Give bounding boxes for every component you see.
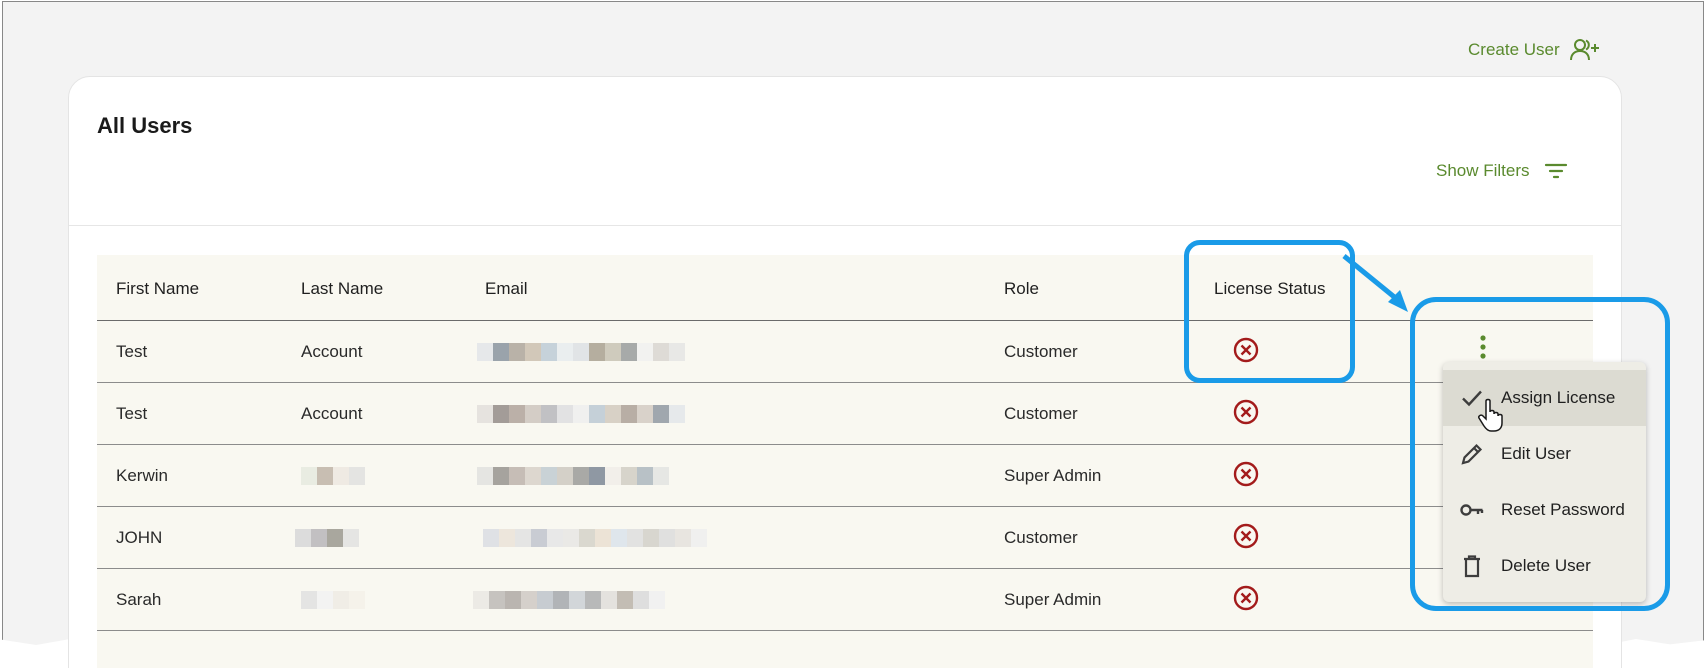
table-row[interactable]: Test Account Customer bbox=[97, 321, 1593, 383]
last-name-cell: Account bbox=[301, 404, 363, 423]
first-name-cell: JOHN bbox=[116, 528, 163, 547]
x-circle-icon bbox=[1233, 585, 1259, 611]
callout-arrow-icon bbox=[1342, 254, 1408, 312]
role-cell: Super Admin bbox=[1004, 466, 1102, 485]
last-name-cell: Account bbox=[301, 342, 363, 361]
first-name-cell: Kerwin bbox=[116, 466, 168, 485]
create-user-label: Create User bbox=[1468, 40, 1560, 59]
first-name-cell: Test bbox=[116, 342, 148, 361]
redacted-last-name bbox=[295, 529, 359, 547]
role-cell: Customer bbox=[1004, 342, 1078, 361]
license-status-callout bbox=[1184, 240, 1355, 383]
redacted-email bbox=[477, 467, 669, 485]
role-cell: Super Admin bbox=[1004, 590, 1102, 609]
column-header-role[interactable]: Role bbox=[1004, 279, 1039, 299]
role-cell: Customer bbox=[1004, 404, 1078, 423]
column-header-first-name[interactable]: First Name bbox=[116, 279, 199, 299]
show-filters-label: Show Filters bbox=[1436, 161, 1530, 180]
column-header-last-name[interactable]: Last Name bbox=[301, 279, 383, 299]
table-row[interactable]: Test Account Customer bbox=[97, 383, 1593, 445]
role-cell: Customer bbox=[1004, 528, 1078, 547]
card-title: All Users bbox=[97, 113, 193, 138]
filter-icon bbox=[1544, 163, 1567, 179]
x-circle-icon bbox=[1233, 399, 1259, 425]
redacted-email bbox=[477, 343, 685, 361]
row-actions-callout bbox=[1410, 297, 1670, 611]
add-user-icon bbox=[1569, 39, 1599, 61]
create-user-button[interactable]: Create User bbox=[1468, 38, 1600, 62]
table-row[interactable]: JOHN Customer bbox=[97, 507, 1593, 569]
redacted-email bbox=[473, 591, 665, 609]
first-name-cell: Test bbox=[116, 404, 148, 423]
all-users-card: All Users Show Filters First Name Last N… bbox=[68, 76, 1622, 668]
redacted-email bbox=[477, 405, 685, 423]
redacted-last-name bbox=[301, 467, 365, 485]
table-row[interactable]: Kerwin Super Admin bbox=[97, 445, 1593, 507]
show-filters-button[interactable]: Show Filters bbox=[1436, 161, 1568, 181]
card-divider bbox=[69, 225, 1621, 226]
x-circle-icon bbox=[1233, 461, 1259, 487]
hand-pointer-icon bbox=[1478, 398, 1503, 432]
redacted-last-name bbox=[301, 591, 365, 609]
x-circle-icon bbox=[1233, 523, 1259, 549]
table-row[interactable]: Sarah Super Admin bbox=[97, 569, 1593, 631]
first-name-cell: Sarah bbox=[116, 590, 162, 609]
column-header-email[interactable]: Email bbox=[485, 279, 528, 299]
redacted-email bbox=[483, 529, 707, 547]
